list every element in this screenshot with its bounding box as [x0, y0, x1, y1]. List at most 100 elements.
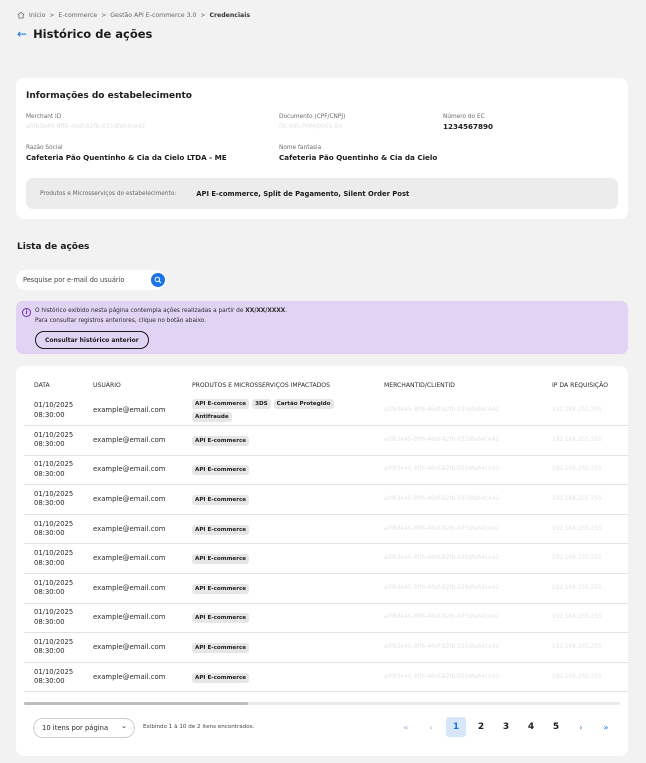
cell-date-time: 08:30:00: [34, 410, 65, 419]
column-header-date[interactable]: DATA: [34, 382, 50, 389]
product-tag: API E-commerce: [192, 672, 250, 683]
products-box: Produtos e Microsserviços do estabelecim…: [26, 178, 618, 209]
page-header: ← Histórico de ações: [17, 27, 152, 41]
home-icon[interactable]: [17, 11, 25, 19]
cell-user: example@email.com: [93, 613, 166, 622]
page-button-2[interactable]: 2: [471, 717, 491, 737]
history-notice: i O histórico exibido nesta página conte…: [16, 301, 628, 354]
notice-line-1: O histórico exibido nesta página contemp…: [35, 308, 288, 314]
product-tag: API E-commerce: [192, 554, 250, 565]
cell-ip: 192.168.255.255: [552, 673, 602, 680]
breadcrumb-ecommerce[interactable]: E-commerce: [58, 12, 97, 19]
product-tag: API E-commerce: [192, 399, 250, 409]
cell-date-time: 08:30:00: [34, 677, 65, 686]
cell-user: example@email.com: [93, 435, 166, 444]
scrollbar-thumb[interactable]: [24, 702, 248, 705]
cell-ip: 192.168.255.255: [552, 466, 602, 473]
product-tag: API E-commerce: [192, 494, 250, 505]
cell-date: 01/10/2025 08:30:00: [34, 520, 73, 539]
prev-page-button[interactable]: ‹: [421, 717, 441, 737]
table-row: 01/10/2025 08:30:00 example@email.com API E…: [24, 396, 628, 426]
cell-user: example@email.com: [93, 554, 166, 563]
cell-merchant-id: a0f63e45-8ff6-46df-82fb-035dfa64ce42: [384, 436, 500, 443]
cell-date-time: 08:30:00: [34, 469, 65, 478]
table-row: 01/10/2025 08:30:00 example@email.com API E…: [24, 426, 628, 456]
establishment-title: Informações do estabelecimento: [26, 91, 192, 101]
cell-ip: 192.168.255.255: [552, 525, 602, 532]
cell-products: API E-commerce 3DS Cartão Protegido Antifra…: [192, 399, 352, 422]
consult-history-button[interactable]: Consultar histórico anterior: [35, 331, 149, 349]
page-button-3[interactable]: 3: [496, 717, 516, 737]
cell-user: example@email.com: [93, 583, 166, 592]
table-row: 01/10/2025 08:30:00 example@email.com API E…: [24, 663, 628, 693]
cell-merchant-id: a0f63e45-8ff6-46df-82fb-035dfa64ce42: [384, 495, 500, 502]
cell-date-time: 08:30:00: [34, 499, 65, 508]
product-tag: Cartão Protegido: [273, 399, 334, 409]
cell-ip: 192.168.255.255: [552, 643, 602, 650]
page-title: Histórico de ações: [33, 27, 153, 41]
cell-date: 01/10/2025 08:30:00: [34, 668, 73, 687]
merchant-id-value: a0f63e45-8ff6-46df-82fb-035dfa64ce42: [26, 123, 146, 130]
cell-date-time: 08:30:00: [34, 617, 65, 626]
cell-date-day: 01/10/2025: [34, 489, 74, 498]
cell-date: 01/10/2025 08:30:00: [34, 460, 73, 479]
ec-number-value: 1234567890: [443, 122, 494, 131]
table-header: DATA USUÁRIO PRODUTOS E MICROSSERVIÇOS I…: [16, 378, 628, 396]
cell-products: API E-commerce: [192, 494, 352, 505]
cell-products: API E-commerce: [192, 583, 352, 594]
cell-user: example@email.com: [93, 494, 166, 503]
ec-number-label: Número do EC: [443, 114, 485, 120]
column-header-user[interactable]: USUÁRIO: [93, 382, 121, 389]
next-page-button[interactable]: ›: [571, 717, 591, 737]
column-header-products[interactable]: PRODUTOS E MICROSSERVIÇOS IMPACTADOS: [192, 382, 330, 389]
legal-name-value: Cafeteria Pão Quentinho & Cia da Cielo L…: [26, 153, 227, 162]
table-row: 01/10/2025 08:30:00 example@email.com API E…: [24, 485, 628, 515]
last-page-button[interactable]: »: [596, 717, 616, 737]
breadcrumb-separator: >: [49, 11, 55, 19]
cell-date-day: 01/10/2025: [34, 578, 74, 587]
cell-user: example@email.com: [93, 524, 166, 533]
search-box: [16, 270, 166, 290]
table-row: 01/10/2025 08:30:00 example@email.com API E…: [24, 456, 628, 486]
search-button[interactable]: [151, 273, 165, 287]
document-value: 00.000.PHM/0001-94: [279, 123, 343, 130]
cell-merchant-id: a0f63e45-8ff6-46df-82fb-035dfa64ce42: [384, 525, 500, 532]
cell-merchant-id: a0f63e45-8ff6-46df-82fb-035dfa64ce42: [384, 643, 500, 650]
cell-user: example@email.com: [93, 642, 166, 651]
column-header-merchant[interactable]: MERCHANTID/CLIENTID: [384, 382, 455, 389]
table-row: 01/10/2025 08:30:00 example@email.com API E…: [24, 574, 628, 604]
cell-ip: 192.168.255.255: [552, 614, 602, 621]
breadcrumb-separator: >: [101, 11, 107, 19]
cell-ip: 192.168.255.255: [552, 555, 602, 562]
merchant-id-label: Merchant ID: [26, 114, 62, 120]
table-row: 01/10/2025 08:30:00 example@email.com API E…: [24, 604, 628, 634]
breadcrumb-current: Credenciais: [209, 11, 251, 19]
page-button-5[interactable]: 5: [546, 717, 566, 737]
cell-merchant-id: a0f63e45-8ff6-46df-82fb-035dfa64ce42: [384, 466, 500, 473]
back-arrow-icon[interactable]: ←: [17, 27, 27, 41]
chevron-down-icon: ⌄: [121, 722, 127, 730]
cell-date-time: 08:30:00: [34, 558, 65, 567]
cell-merchant-id: a0f63e45-8ff6-46df-82fb-035dfa64ce42: [384, 407, 500, 413]
breadcrumb-gestao-api[interactable]: Gestão API E-commerce 3.0: [110, 12, 196, 19]
cell-date: 01/10/2025 08:30:00: [34, 638, 73, 657]
cell-date: 01/10/2025 08:30:00: [34, 401, 73, 420]
column-header-ip[interactable]: IP DA REQUISIÇÃO: [552, 382, 608, 389]
cell-date-day: 01/10/2025: [34, 460, 74, 469]
breadcrumb-separator: >: [200, 11, 206, 19]
cell-products: API E-commerce: [192, 435, 352, 446]
cell-date-time: 08:30:00: [34, 588, 65, 597]
product-tag: API E-commerce: [192, 613, 250, 624]
cell-merchant-id: a0f63e45-8ff6-46df-82fb-035dfa64ce42: [384, 614, 500, 621]
per-page-select[interactable]: 10 itens por página ⌄: [33, 718, 135, 738]
cell-date-day: 01/10/2025: [34, 430, 74, 439]
page-button-4[interactable]: 4: [521, 717, 541, 737]
horizontal-scrollbar[interactable]: [24, 702, 620, 705]
search-input[interactable]: [23, 276, 147, 284]
cell-date-day: 01/10/2025: [34, 519, 74, 528]
cell-user: example@email.com: [93, 672, 166, 681]
cell-ip: 192.168.255.255: [552, 407, 602, 413]
breadcrumb-home[interactable]: Início: [29, 12, 45, 19]
page-button-1[interactable]: 1: [446, 717, 466, 737]
first-page-button[interactable]: «: [396, 717, 416, 737]
